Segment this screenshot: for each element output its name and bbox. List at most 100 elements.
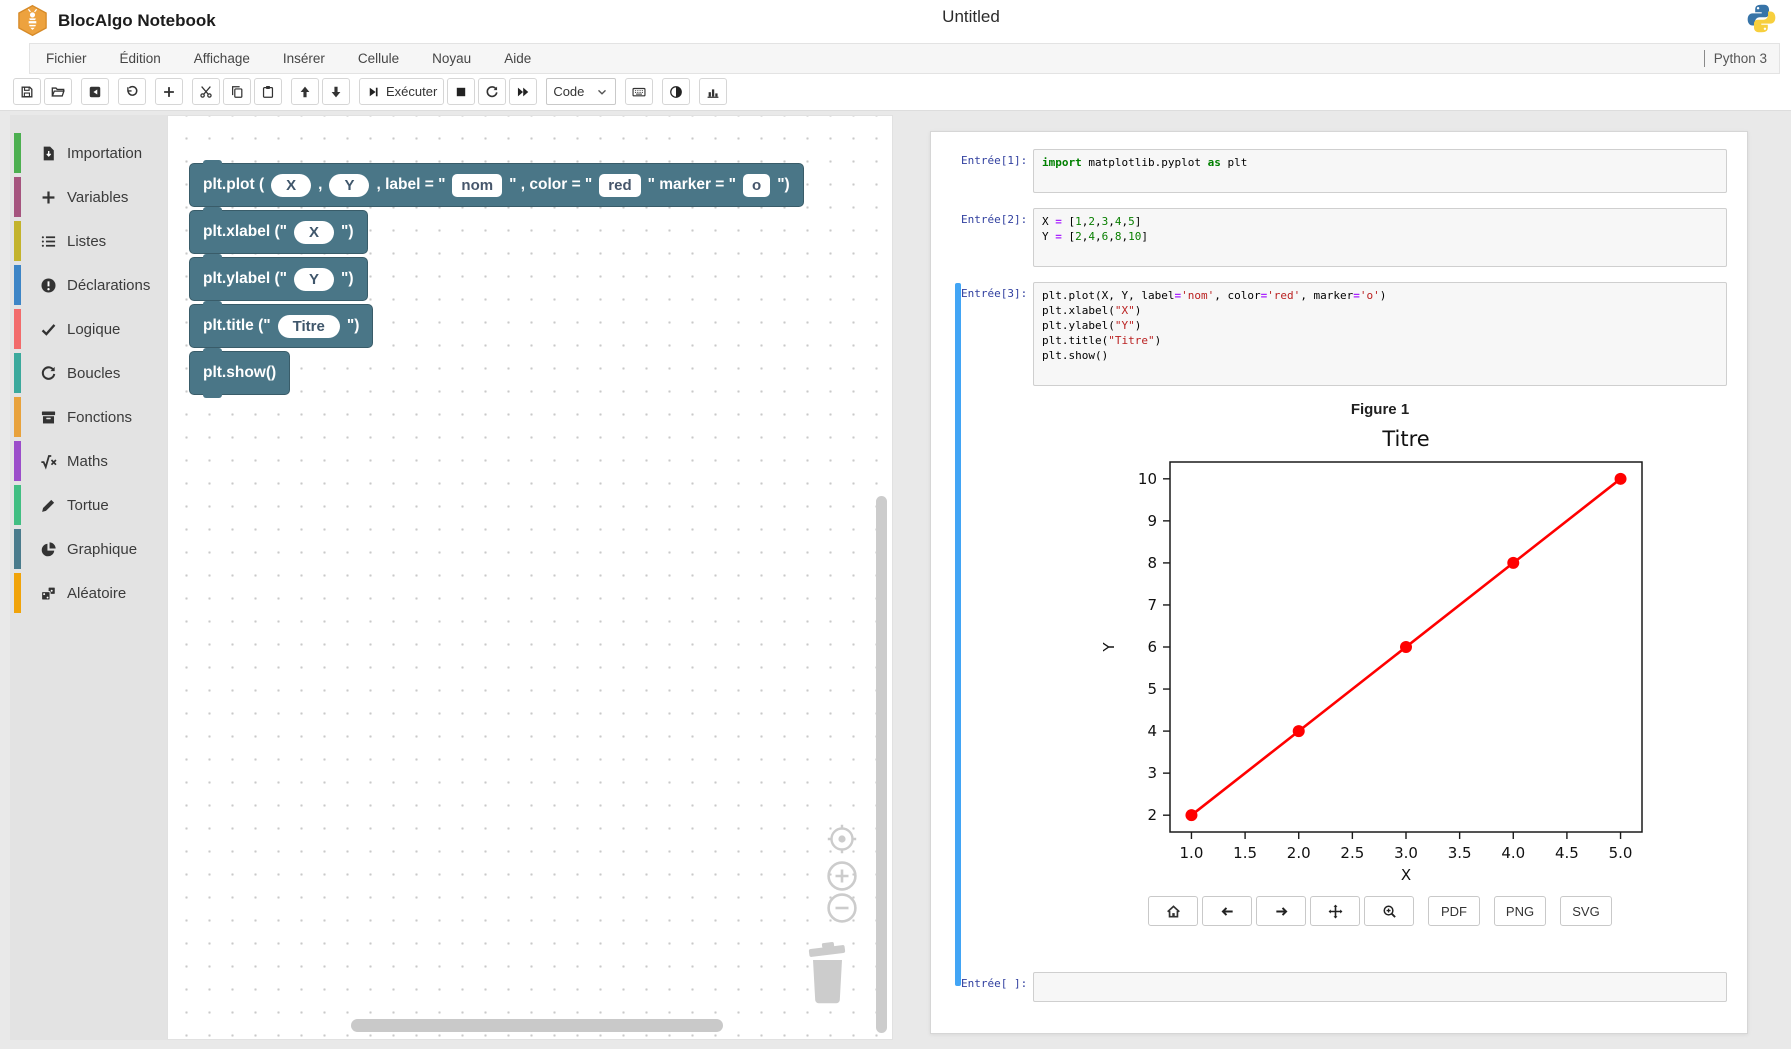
category-tortue[interactable]: Tortue [10,485,167,525]
open-button[interactable] [44,78,72,105]
svg-text:Y: Y [1100,642,1118,653]
menu-item-noyau[interactable]: Noyau [432,51,471,66]
home-button[interactable] [1148,896,1198,926]
menu-item-aide[interactable]: Aide [504,51,531,66]
block-value-slot[interactable]: X [271,174,311,197]
horizontal-scrollbar[interactable] [351,1019,723,1032]
load-workspace-button[interactable] [81,78,109,105]
category-label: Variables [67,189,128,206]
block-field[interactable]: o [743,174,770,197]
undo-button[interactable] [118,78,146,105]
add-cell-button[interactable] [155,78,183,105]
category-listes[interactable]: Listes [10,221,167,261]
forward-button[interactable] [1256,896,1306,926]
category-color-bar [14,441,21,481]
svg-text:Titre: Titre [1381,427,1429,451]
back-button[interactable] [1202,896,1252,926]
svg-text:1.0: 1.0 [1180,844,1204,862]
save-button[interactable] [13,78,41,105]
menu-item-insérer[interactable]: Insérer [283,51,325,66]
category-label: Maths [67,453,108,470]
category-importation[interactable]: Importation [10,133,167,173]
block-field[interactable]: red [599,174,640,197]
category-color-bar [14,397,21,437]
block-value-slot[interactable]: Titre [278,315,340,338]
contrast-button[interactable] [662,78,690,105]
category-label: Fonctions [67,409,132,426]
paste-cell-button[interactable] [254,78,282,105]
menu-item-affichage[interactable]: Affichage [194,51,250,66]
menu-item-cellule[interactable]: Cellule [358,51,399,66]
block-plt-title[interactable]: plt.title ("Titre") [189,304,373,348]
export-svg-label: SVG [1572,904,1599,919]
paste-icon [261,85,275,99]
block-value-slot[interactable]: X [294,221,334,244]
category-logique[interactable]: Logique [10,309,167,349]
figure-canvas[interactable]: Titre23456789101.01.52.02.53.03.54.04.55… [1033,420,1727,890]
chev-down-icon [595,85,609,99]
python-logo-icon [1746,3,1777,39]
block-plt-ylabel[interactable]: plt.ylabel ("Y") [189,257,368,301]
interrupt-button[interactable] [447,78,475,105]
block-plt-xlabel[interactable]: plt.xlabel ("X") [189,210,368,254]
pan-button[interactable] [1310,896,1360,926]
file-import-icon [40,145,57,162]
zoom-out-button[interactable] [826,892,858,924]
toolbar-group [625,78,653,105]
category-maths[interactable]: Maths [10,441,167,481]
category-variables[interactable]: Variables [10,177,167,217]
zoom-in-button[interactable] [826,860,858,892]
cell-3: Entrée[3]:plt.plot(X, Y, label='nom', co… [961,282,1747,386]
cut-cell-button[interactable] [192,78,220,105]
cell-input[interactable]: plt.plot(X, Y, label='nom', color='red',… [1033,282,1727,386]
brand: BlocAlgo Notebook [16,4,216,37]
export-svg-button[interactable]: SVG [1560,896,1612,926]
category-graphique[interactable]: Graphique [10,529,167,569]
svg-text:2.0: 2.0 [1287,844,1311,862]
svg-text:1.5: 1.5 [1233,844,1257,862]
category-aléatoire[interactable]: Aléatoire [10,573,167,613]
cell-type-select[interactable]: Code [546,78,616,105]
category-boucles[interactable]: Boucles [10,353,167,393]
blockly-canvas[interactable]: plt.plot (X,Y, label = "nom" , color = "… [167,115,893,1040]
category-label: Importation [67,145,142,162]
block-plt-plot[interactable]: plt.plot (X,Y, label = "nom" , color = "… [189,163,804,207]
block-field[interactable]: nom [452,174,502,197]
copy-cell-button[interactable] [223,78,251,105]
block-value-slot[interactable]: Y [294,268,334,291]
toolbar-group: Code [546,78,616,105]
move-cell-up-button[interactable] [291,78,319,105]
keyboard-shortcuts-button[interactable] [625,78,653,105]
cell-prompt: Entrée[ ]: [961,972,1033,990]
cell-input[interactable]: X = [1,2,3,4,5] Y = [2,4,6,8,10] [1033,208,1727,267]
run-all-button[interactable] [509,78,537,105]
vertical-scrollbar[interactable] [876,496,887,1033]
menu-item-édition[interactable]: Édition [120,51,161,66]
pie-icon [40,541,57,558]
block-plt-show[interactable]: plt.show() [189,351,290,395]
move-cell-down-button[interactable] [322,78,350,105]
category-déclarations[interactable]: Déclarations [10,265,167,305]
block-value-slot[interactable]: Y [329,174,369,197]
cell-prompt: Entrée[1]: [961,149,1033,167]
category-color-bar [14,485,21,525]
menu-item-fichier[interactable]: Fichier [46,51,87,66]
svg-text:4.5: 4.5 [1555,844,1579,862]
block-text: ") [347,317,360,335]
trashcan-icon[interactable] [805,940,851,1006]
toolbar-group [13,78,72,105]
keyboard-icon [632,85,646,99]
cell-input[interactable] [1033,972,1727,1002]
category-fonctions[interactable]: Fonctions [10,397,167,437]
restart-kernel-button[interactable] [478,78,506,105]
zoom-rect-button[interactable] [1364,896,1414,926]
document-title[interactable]: Untitled [942,7,1000,27]
svg-text:8: 8 [1147,554,1157,572]
cell-input[interactable]: import matplotlib.pyplot as plt [1033,149,1727,193]
toolbar-group [192,78,282,105]
export-png-button[interactable]: PNG [1494,896,1546,926]
run-button[interactable]: Exécuter [359,78,444,105]
zoom-reset-button[interactable] [826,823,858,855]
charts-button[interactable] [699,78,727,105]
export-pdf-button[interactable]: PDF [1428,896,1480,926]
